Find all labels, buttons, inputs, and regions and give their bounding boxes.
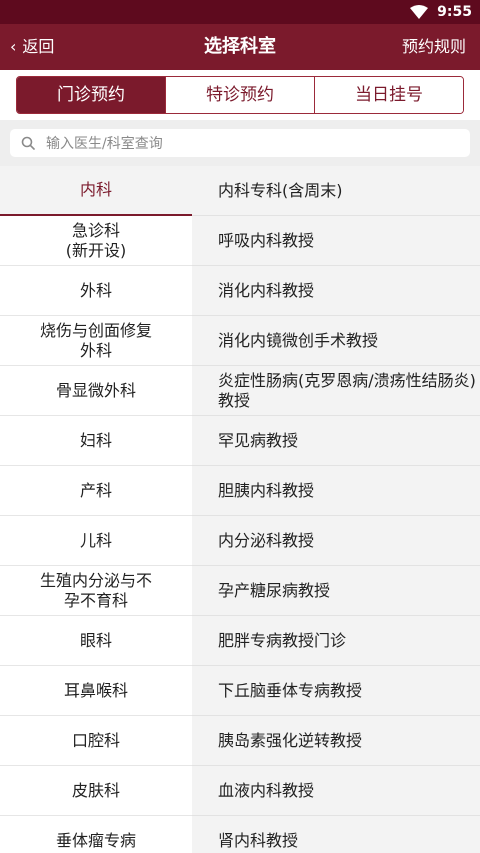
department-item[interactable]: 眼科 [0,616,192,666]
tab-special-clinic[interactable]: 特诊预约 [165,77,314,113]
chevron-left-icon: ‹ [10,37,17,56]
subdepartment-item[interactable]: 肥胖专病教授门诊 [192,616,480,666]
search-input[interactable] [44,129,458,159]
back-button[interactable]: ‹ 返回 [10,24,54,70]
department-item[interactable]: 皮肤科 [0,766,192,816]
subdepartment-item[interactable]: 内科专科(含周末) [192,166,480,216]
department-item[interactable]: 儿科 [0,516,192,566]
subdepartment-item[interactable]: 肾内科教授 [192,816,480,853]
navigation-bar: ‹ 返回 选择科室 预约规则 [0,24,480,70]
subdepartment-item[interactable]: 罕见病教授 [192,416,480,466]
department-item[interactable]: 妇科 [0,416,192,466]
department-list: 内科 急诊科 (新开设) 外科 烧伤与创面修复 外科 骨显微外科 妇科 产科 儿… [0,166,192,853]
department-item[interactable]: 口腔科 [0,716,192,766]
subdepartment-item[interactable]: 孕产糖尿病教授 [192,566,480,616]
department-item[interactable]: 耳鼻喉科 [0,666,192,716]
department-item[interactable]: 骨显微外科 [0,366,192,416]
status-bar: 9:55 [0,0,480,24]
subdepartment-item[interactable]: 胰岛素强化逆转教授 [192,716,480,766]
department-item-internal[interactable]: 内科 [0,166,192,216]
status-time: 9:55 [437,4,472,20]
search-box[interactable] [10,129,470,159]
subdepartment-item[interactable]: 血液内科教授 [192,766,480,816]
search-bar [0,120,480,166]
subdepartment-item[interactable]: 胆胰内科教授 [192,466,480,516]
department-item[interactable]: 外科 [0,266,192,316]
subdepartment-item[interactable]: 下丘脑垂体专病教授 [192,666,480,716]
department-item[interactable]: 垂体瘤专病 [0,816,192,853]
subdepartment-list: 内科专科(含周末) 呼吸内科教授 消化内科教授 消化内镜微创手术教授 炎症性肠病… [192,166,480,853]
booking-rules-button[interactable]: 预约规则 [402,24,466,70]
tab-outpatient[interactable]: 门诊预约 [17,77,165,113]
subdepartment-item[interactable]: 消化内镜微创手术教授 [192,316,480,366]
wifi-icon [410,5,428,19]
department-item[interactable]: 生殖内分泌与不 孕不育科 [0,566,192,616]
subdepartment-item[interactable]: 呼吸内科教授 [192,216,480,266]
subdepartment-item[interactable]: 内分泌科教授 [192,516,480,566]
department-item[interactable]: 烧伤与创面修复 外科 [0,316,192,366]
back-label: 返回 [22,37,55,56]
tab-same-day[interactable]: 当日挂号 [314,77,463,113]
booking-type-tabs: 门诊预约 特诊预约 当日挂号 [16,76,464,114]
search-icon [21,136,35,150]
subdepartment-item[interactable]: 炎症性肠病(克罗恩病/溃疡性结肠炎)教授 [192,366,480,416]
department-item[interactable]: 产科 [0,466,192,516]
department-item[interactable]: 急诊科 (新开设) [0,216,192,266]
subdepartment-item[interactable]: 消化内科教授 [192,266,480,316]
